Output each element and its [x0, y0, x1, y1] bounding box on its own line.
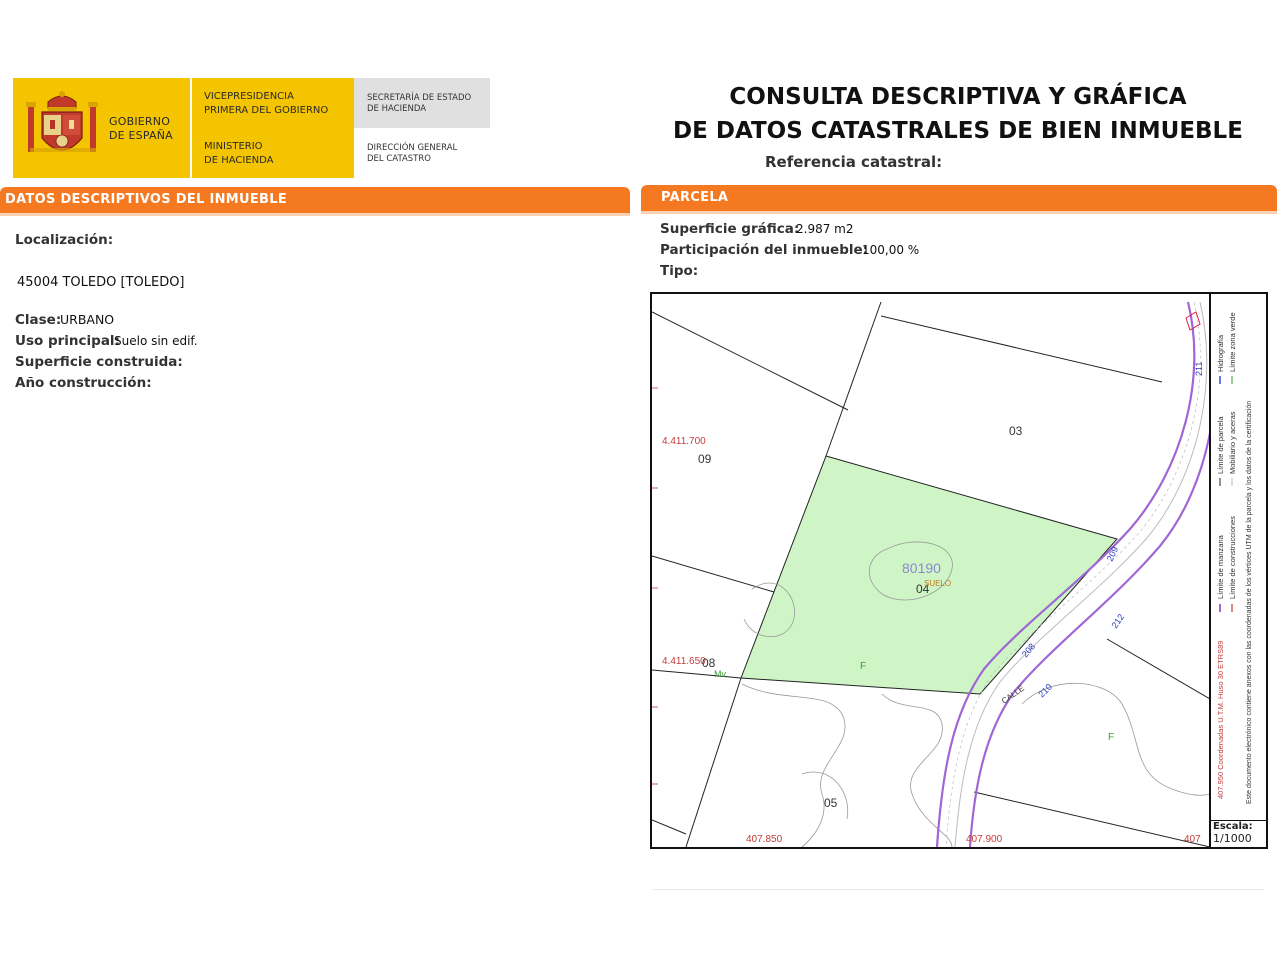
bottom-rule: [652, 889, 1264, 890]
coord-y-bottom: 4.411.650: [662, 656, 706, 667]
number-210: 210: [1036, 682, 1054, 700]
datos-descriptivos-header: DATOS DESCRIPTIVOS DEL INMUEBLE: [0, 187, 630, 213]
legend-coordenadas: 407.950 Coordenadas U.T.M. Huso 30 ETRS8…: [1216, 641, 1225, 799]
logo-divider: [190, 78, 192, 178]
superficie-grafica-value: 2.987 m2: [796, 222, 854, 236]
mark-mv: Mv: [714, 669, 726, 679]
vicepresidencia-text: VICEPRESIDENCIA PRIMERA DEL GOBIERNO: [204, 91, 329, 116]
map-legend: Límite de manzana Límite de construccion…: [1211, 294, 1266, 819]
ministerio-text: MINISTERIO DE HACIENDA: [204, 141, 274, 166]
direccion-general-text: DIRECCIÓN GENERAL DEL CATASTRO: [367, 143, 458, 164]
plot-label-05: 05: [824, 796, 838, 810]
plot-label-08: 08: [702, 656, 716, 670]
participacion-value: 100,00 %: [862, 243, 920, 257]
participacion-label: Participación del inmueble:: [660, 242, 869, 258]
coord-x-left: 407.850: [746, 834, 783, 845]
section-underline: [641, 211, 1277, 214]
tipo-label: Tipo:: [660, 263, 699, 279]
section-underline: [0, 213, 630, 216]
coord-y-top: 4.411.700: [662, 436, 706, 447]
coord-x-mid: 407.900: [966, 834, 1003, 845]
number-211: 211: [1194, 362, 1204, 376]
escala-box: Escala: 1/1000: [1211, 820, 1266, 848]
coat-of-arms-icon: [26, 91, 98, 152]
legend-limite-manzana: Límite de manzana: [1216, 534, 1225, 599]
legend-mobiliario: Mobiliario y aceras: [1228, 411, 1237, 474]
referencia-catastral-label: Referencia catastral:: [765, 153, 943, 171]
uso-principal-value: Suelo sin edif.: [114, 334, 198, 348]
escala-value: 1/1000: [1213, 832, 1252, 845]
legend-hidrografia: Hidrografía: [1216, 334, 1225, 372]
legend-limite-parcela: Límite de parcela: [1216, 416, 1225, 474]
parcela-header: PARCELA: [641, 185, 1277, 211]
mark-f-1: F: [860, 661, 866, 672]
map-legend-drawing: Límite de manzana Límite de construccion…: [1216, 312, 1253, 804]
number-212: 212: [1109, 612, 1126, 630]
uso-principal-label: Uso principal:: [15, 333, 120, 349]
gobierno-de-espana-text: GOBIERNO DE ESPAÑA: [109, 115, 173, 142]
mark-f-2: F: [1108, 732, 1114, 743]
cadastral-map-drawing: 4.411.700 4.411.650 407.850 407.900 407 …: [652, 301, 1210, 847]
superficie-construida-label: Superficie construida:: [15, 354, 183, 370]
page-title: CONSULTA DESCRIPTIVA Y GRÁFICA DE DATOS …: [673, 84, 1243, 144]
plot-label-09: 09: [698, 452, 712, 466]
superficie-grafica-label: Superficie gráfica:: [660, 221, 800, 237]
cadastral-map: 4.411.700 4.411.650 407.850 407.900 407 …: [650, 292, 1268, 849]
anio-construccion-label: Año construcción:: [15, 375, 152, 391]
parcel-code-label: 80190: [902, 560, 941, 576]
legend-documento-note: Este documento electrónico contiene anex…: [1246, 401, 1253, 804]
secretaria-text: SECRETARÍA DE ESTADO DE HACIENDA: [367, 93, 472, 114]
coord-x-right: 407: [1184, 834, 1201, 845]
legend-zona-verde: Límite zona verde: [1228, 312, 1237, 372]
clase-label: Clase:: [15, 312, 62, 328]
legend-limite-construcciones: Límite de construcciones: [1228, 516, 1237, 599]
plot-label-03: 03: [1009, 424, 1023, 438]
localizacion-label: Localización:: [15, 232, 114, 248]
localizacion-value: 45004 TOLEDO [TOLEDO]: [17, 275, 185, 290]
street-label: CALLE: [1000, 684, 1026, 706]
clase-value: URBANO: [60, 312, 115, 327]
suelo-label: SUELO: [924, 579, 951, 588]
